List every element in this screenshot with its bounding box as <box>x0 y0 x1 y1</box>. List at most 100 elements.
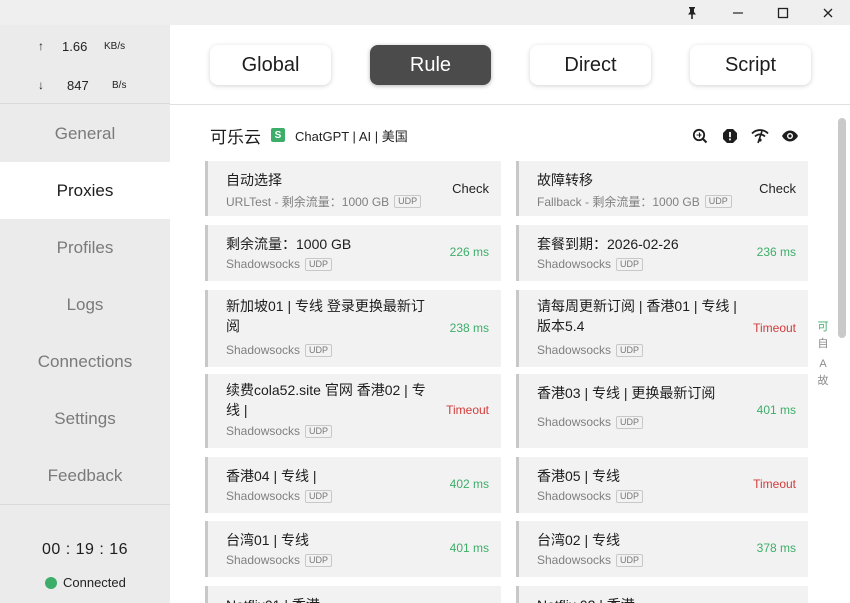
proxy-name: Netflix 02 | 香港 <box>537 595 742 603</box>
udp-badge: UDP <box>616 415 644 429</box>
proxy-card[interactable]: Netflix 02 | 香港 <box>516 586 808 603</box>
proxy-type-label: Shadowsocks <box>226 553 301 567</box>
status-dot-icon <box>45 576 57 589</box>
nav-settings[interactable]: Settings <box>0 390 170 447</box>
nav-general[interactable]: General <box>0 105 170 162</box>
latency-label[interactable]: Timeout <box>753 477 796 491</box>
latency-label[interactable]: 226 ms <box>450 245 489 259</box>
proxy-card[interactable]: 套餐到期：2026-02-26 Shadowsocks UDP 236 ms <box>516 225 808 281</box>
uptime-clock: 00 : 19 : 16 <box>41 541 129 558</box>
proxy-type-label: Shadowsocks <box>537 553 612 567</box>
latency-label[interactable]: Timeout <box>753 321 796 335</box>
nav-profiles[interactable]: Profiles <box>0 219 170 276</box>
proxy-name: 新加坡01 | 专线 登录更换最新订阅 <box>226 298 425 334</box>
proxy-card[interactable]: 自动选择 URLTest - 剩余流量：1000 GB UDP Check <box>205 161 501 216</box>
proxy-name: 套餐到期：2026-02-26 <box>537 236 679 252</box>
proxy-card[interactable]: 故障转移 Fallback - 剩余流量：1000 GB UDP Check <box>516 161 808 216</box>
latency-label[interactable]: Timeout <box>446 403 489 417</box>
nav-proxies[interactable]: Proxies <box>0 162 170 219</box>
proxy-card[interactable]: 香港03 | 专线 | 更换最新订阅 Shadowsocks UDP 401 ms <box>516 374 808 448</box>
side-index-item[interactable]: A <box>817 356 829 373</box>
proxy-type: Shadowsocks UDP <box>537 489 644 503</box>
upload-speed: ↑ 1.66 KB/s <box>0 36 170 56</box>
proxy-card[interactable]: 台湾02 | 专线 Shadowsocks UDP 378 ms <box>516 521 808 577</box>
traffic-monitor: ↑ 1.66 KB/s ↓ 847 B/s <box>0 25 170 104</box>
proxy-card[interactable]: 请每周更新订阅 | 香港01 | 专线 | 版本5.4 Shadowsocks UD… <box>516 290 808 367</box>
latency-label[interactable]: Check <box>452 181 489 196</box>
download-arrow-icon: ↓ <box>38 78 44 92</box>
close-icon[interactable] <box>808 0 848 25</box>
proxy-card[interactable]: Netflix01 | 香港 <box>205 586 501 603</box>
udp-badge: UDP <box>305 257 333 271</box>
proxy-type-label: Shadowsocks <box>537 489 612 503</box>
proxy-name: 台湾01 | 专线 <box>226 532 309 548</box>
group-actions <box>690 126 810 146</box>
download-unit: B/s <box>112 79 127 91</box>
proxy-type: Shadowsocks UDP <box>537 343 644 357</box>
udp-badge: UDP <box>305 424 333 438</box>
latency-label[interactable]: 401 ms <box>757 403 796 417</box>
proxy-type-label: Shadowsocks <box>537 257 612 271</box>
udp-badge: UDP <box>616 489 644 503</box>
proxy-type: Fallback - 剩余流量：1000 GB UDP <box>537 193 732 210</box>
proxy-card[interactable]: 剩余流量：1000 GB Shadowsocks UDP 226 ms <box>205 225 501 281</box>
udp-badge: UDP <box>305 553 333 567</box>
group-name: 可乐云 <box>210 127 261 147</box>
minimize-icon[interactable] <box>718 0 758 25</box>
side-index-item[interactable]: 可 <box>817 319 829 336</box>
scrollbar[interactable] <box>838 118 846 338</box>
udp-badge: UDP <box>616 343 644 357</box>
udp-badge: UDP <box>305 489 333 503</box>
latency-label[interactable]: 238 ms <box>450 321 489 335</box>
proxy-card[interactable]: 香港05 | 专线 Shadowsocks UDP Timeout <box>516 457 808 513</box>
udp-badge: UDP <box>305 343 333 357</box>
udp-badge: UDP <box>616 257 644 271</box>
proxy-group-header: 可乐云 S ChatGPT | AI | 美国 <box>210 124 408 147</box>
sidebar: ↑ 1.66 KB/s ↓ 847 B/s General Proxies Pr… <box>0 25 170 603</box>
upload-unit: KB/s <box>104 40 126 52</box>
wifi-test-icon[interactable] <box>750 126 770 146</box>
proxy-card[interactable]: 续费cola52.site 官网 香港02 | 专线 | Shadowsocks U… <box>205 374 501 448</box>
latency-label[interactable]: 401 ms <box>450 541 489 555</box>
download-speed: ↓ 847 B/s <box>0 75 170 95</box>
upload-value: 1.66 <box>62 38 88 54</box>
latency-label[interactable]: 378 ms <box>757 541 796 555</box>
proxy-type-label: Shadowsocks <box>226 424 301 438</box>
side-index-item[interactable]: 自 <box>817 336 829 353</box>
side-index-item[interactable]: 故 <box>817 373 829 390</box>
latency-label[interactable]: 236 ms <box>757 245 796 259</box>
proxy-card[interactable]: 香港04 | 专线 | Shadowsocks UDP 402 ms <box>205 457 501 513</box>
mode-global-button[interactable]: Global <box>210 45 331 85</box>
mode-direct-button[interactable]: Direct <box>530 45 651 85</box>
mode-bar: Global Rule Direct Script <box>170 25 850 105</box>
proxy-type: Shadowsocks UDP <box>537 553 644 567</box>
alert-icon[interactable] <box>720 126 740 146</box>
udp-badge: UDP <box>616 553 644 567</box>
proxy-name: 香港05 | 专线 <box>537 468 620 484</box>
connection-label: Connected <box>63 575 126 590</box>
proxy-type: Shadowsocks UDP <box>537 257 644 271</box>
proxy-name: 续费cola52.site 官网 香港02 | 专线 | <box>226 382 426 418</box>
pin-icon[interactable] <box>672 0 712 25</box>
proxy-name: 香港04 | 专线 | <box>226 468 317 484</box>
title-bar <box>0 0 850 25</box>
latency-label[interactable]: Check <box>759 181 796 196</box>
proxy-type-label: Shadowsocks <box>226 343 301 357</box>
nav-feedback[interactable]: Feedback <box>0 447 170 504</box>
proxy-card[interactable]: 台湾01 | 专线 Shadowsocks UDP 401 ms <box>205 521 501 577</box>
latency-label[interactable]: 402 ms <box>450 477 489 491</box>
upload-arrow-icon: ↑ <box>38 39 44 53</box>
proxy-type-label: Shadowsocks <box>226 257 301 271</box>
search-network-icon[interactable] <box>690 126 710 146</box>
mode-rule-button[interactable]: Rule <box>370 45 491 85</box>
mode-script-button[interactable]: Script <box>690 45 811 85</box>
proxy-type-label: Shadowsocks <box>226 489 301 503</box>
proxy-name: 台湾02 | 专线 <box>537 532 620 548</box>
nav-connections[interactable]: Connections <box>0 333 170 390</box>
eye-icon[interactable] <box>780 126 800 146</box>
proxy-type: Shadowsocks UDP <box>226 553 333 567</box>
maximize-icon[interactable] <box>763 0 803 25</box>
nav-logs[interactable]: Logs <box>0 276 170 333</box>
connection-status: Connected <box>45 575 126 590</box>
proxy-card[interactable]: 新加坡01 | 专线 登录更换最新订阅 Shadowsocks UDP 238 ms <box>205 290 501 367</box>
